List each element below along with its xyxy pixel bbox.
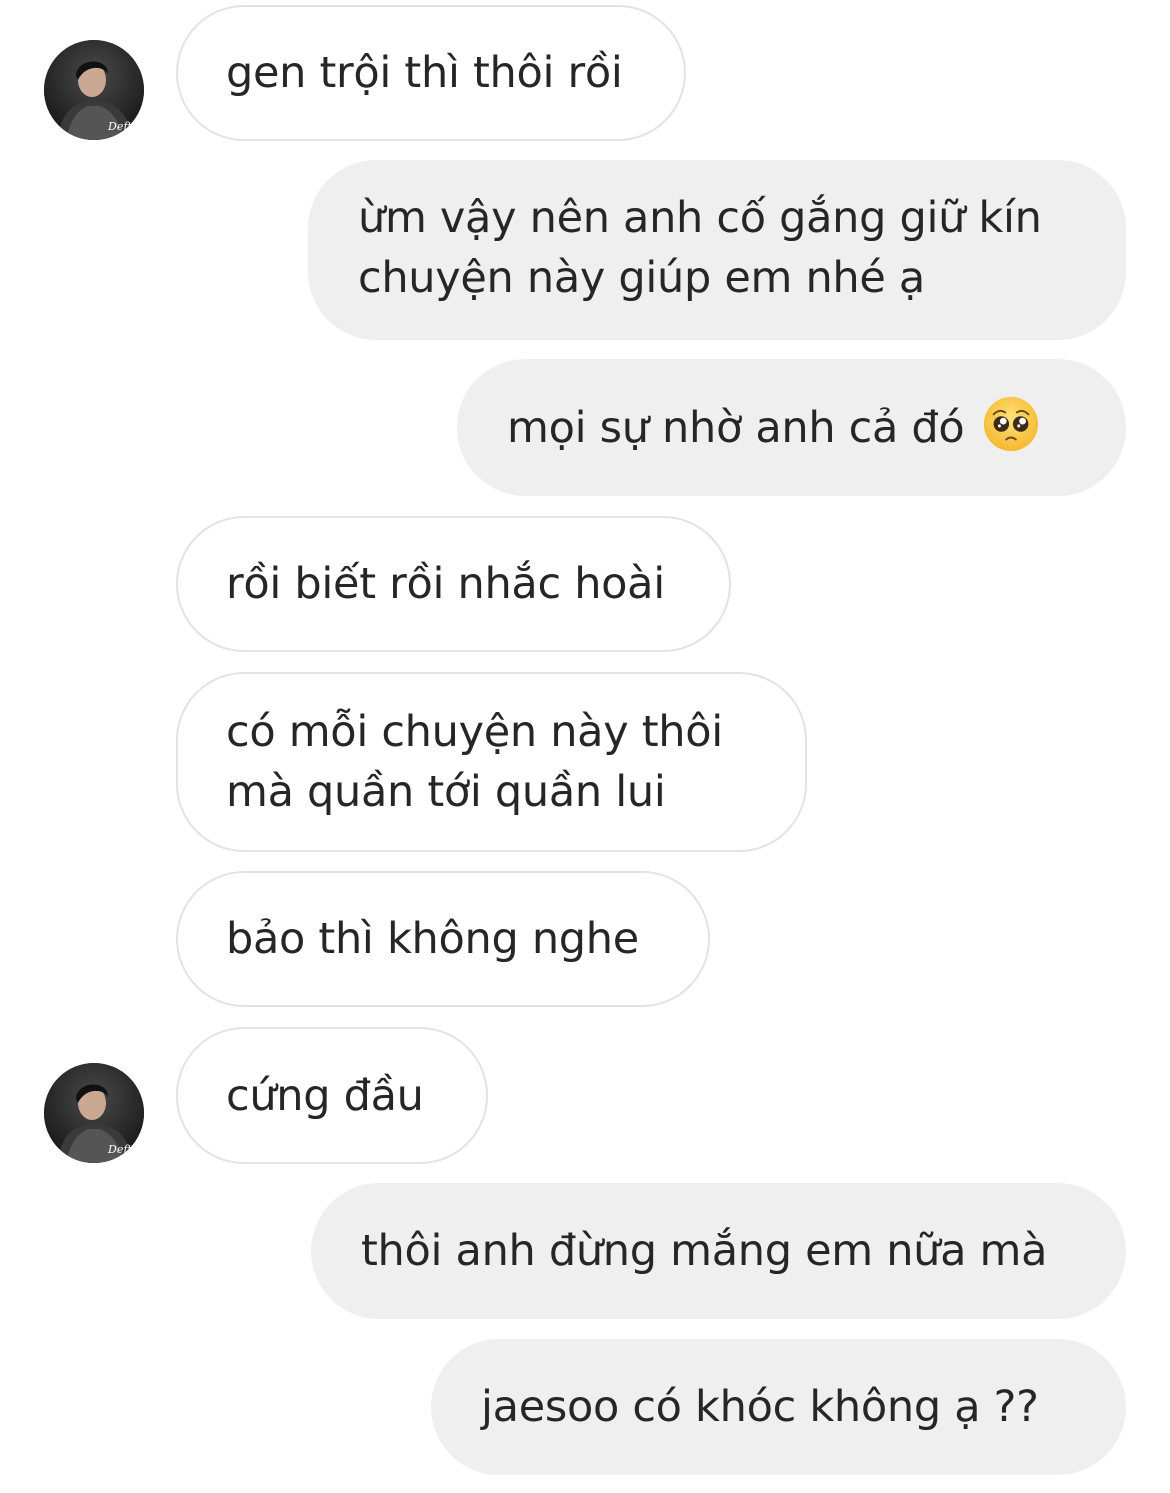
outgoing-message[interactable]: ừm vậy nên anh cố gắng giữ kín chuyện nà… [308, 160, 1126, 340]
outgoing-message[interactable]: thôi anh đừng mắng em nữa mà [311, 1183, 1126, 1319]
message-text: jaesoo có khóc không ạ ?? [481, 1382, 1039, 1432]
pleading-face-emoji-icon [984, 396, 1039, 451]
message-text: gen trội thì thôi rồi [226, 48, 623, 98]
message-text: rồi biết rồi nhắc hoài [226, 559, 665, 609]
message-text: thôi anh đừng mắng em nữa mà [361, 1226, 1048, 1276]
incoming-message[interactable]: gen trội thì thôi rồi [176, 5, 686, 141]
incoming-message[interactable]: có mỗi chuyện này thôi mà quần tới quần … [176, 672, 807, 852]
avatar-label: Deft [107, 120, 132, 133]
outgoing-message[interactable]: mọi sự nhờ anh cả đó [457, 359, 1126, 496]
avatar-photo-icon: Deft [44, 40, 144, 140]
message-text: bảo thì không nghe [226, 914, 639, 964]
avatar-photo-icon: Deft [44, 1063, 144, 1163]
contact-avatar[interactable]: Deft [44, 40, 144, 140]
outgoing-message[interactable]: jaesoo có khóc không ạ ?? [431, 1339, 1126, 1475]
incoming-message[interactable]: cứng đầu [176, 1027, 488, 1164]
message-text-line-2: mà quần tới quần lui [226, 767, 666, 817]
contact-avatar[interactable]: Deft [44, 1063, 144, 1163]
avatar-label: Deft [107, 1143, 132, 1156]
message-text: mọi sự nhờ anh cả đó [507, 402, 965, 453]
message-text-line-2: chuyện này giúp em nhé ạ [358, 253, 925, 303]
message-text: cứng đầu [226, 1070, 424, 1121]
incoming-message[interactable]: rồi biết rồi nhắc hoài [176, 516, 731, 652]
message-text-line-1: ừm vậy nên anh cố gắng giữ kín [358, 193, 1042, 243]
message-text-line-1: có mỗi chuyện này thôi [226, 707, 723, 757]
incoming-message[interactable]: bảo thì không nghe [176, 871, 710, 1007]
